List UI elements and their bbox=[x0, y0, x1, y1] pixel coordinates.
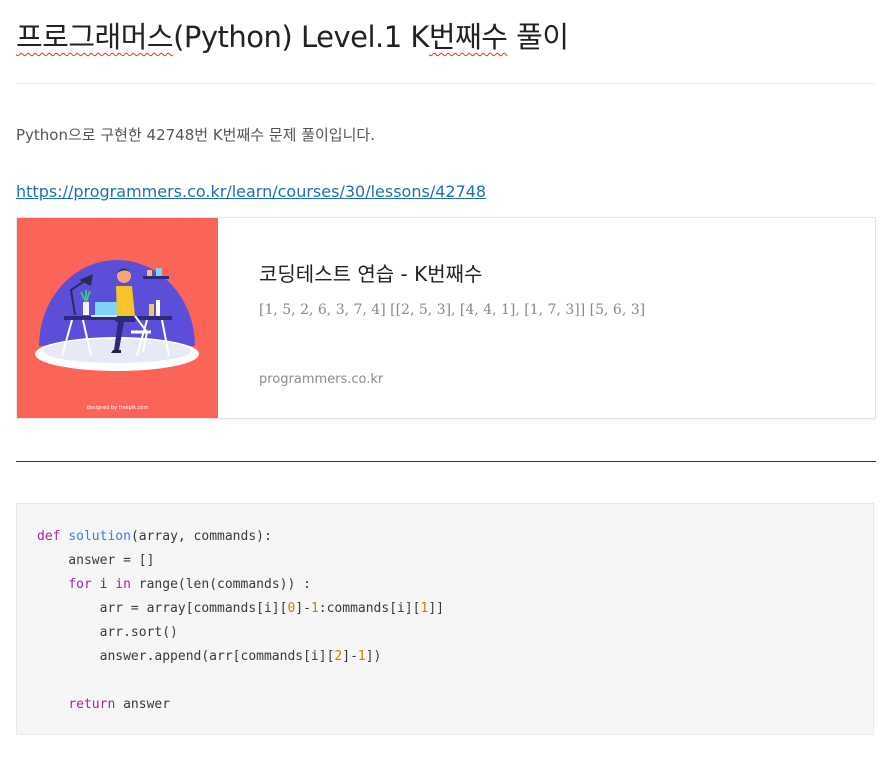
code-token: answer = [] bbox=[37, 553, 155, 568]
link-preview-domain: programmers.co.kr bbox=[259, 372, 384, 387]
problem-link[interactable]: https://programmers.co.kr/learn/courses/… bbox=[16, 182, 486, 201]
link-preview-card[interactable]: designed by freepik.com 코딩테스트 연습 - K번째수 … bbox=[16, 217, 876, 419]
link-preview-title[interactable]: 코딩테스트 연습 - K번째수 bbox=[259, 258, 482, 287]
code-token: range(len(commands)) : bbox=[130, 577, 311, 592]
thumbnail-credit: designed by freepik.com bbox=[86, 405, 149, 411]
blog-post-page: 프로그래머스(Python) Level.1 K번째수 풀이 Python으로 … bbox=[0, 0, 892, 769]
code-token: i bbox=[91, 577, 116, 592]
link-preview-description: [1, 5, 2, 6, 3, 7, 4] [[2, 5, 3], [4, 4,… bbox=[259, 302, 646, 318]
post-title: 프로그래머스(Python) Level.1 K번째수 풀이 bbox=[16, 14, 569, 56]
code-token: for bbox=[68, 577, 92, 592]
code-token: solution bbox=[68, 529, 131, 544]
code-token: ]- bbox=[342, 649, 358, 664]
code-token: arr.sort() bbox=[37, 625, 178, 640]
code-token: 1 bbox=[357, 649, 366, 664]
code-token: ]] bbox=[428, 601, 444, 616]
post-title-spell: 번째수 bbox=[428, 20, 508, 54]
code-token: answer bbox=[115, 697, 171, 712]
code-token: answer.append(arr[commands[i][ bbox=[37, 649, 335, 664]
code-token: :commands[i][ bbox=[318, 601, 421, 616]
code-token: (array, commands): bbox=[130, 529, 272, 544]
intro-text: Python으로 구현한 42748번 K번째수 문제 풀이입니다. bbox=[16, 126, 375, 144]
code-line: def solution(array, commands): bbox=[37, 525, 853, 549]
code-token: ]- bbox=[295, 601, 311, 616]
code-token: 1 bbox=[310, 601, 319, 616]
code-token: in bbox=[115, 577, 131, 592]
post-title-suffix: 풀이 bbox=[507, 20, 569, 54]
code-block: def solution(array, commands): answer = … bbox=[16, 503, 874, 735]
link-preview-thumbnail: designed by freepik.com bbox=[17, 218, 218, 418]
code-token: return bbox=[68, 697, 116, 712]
code-line: for i in range(len(commands)) : bbox=[37, 573, 853, 597]
code-token: def bbox=[37, 529, 61, 544]
code-line: return answer bbox=[37, 693, 853, 717]
code-lines: def solution(array, commands): answer = … bbox=[37, 525, 853, 717]
developer-illustration bbox=[35, 260, 199, 371]
code-token: arr = array[commands[i][ bbox=[37, 601, 288, 616]
code-line: answer.append(arr[commands[i][2]-1]) bbox=[37, 645, 853, 669]
post-title-prefix: 프로그래머스 bbox=[16, 20, 174, 54]
code-line: answer = [] bbox=[37, 549, 853, 573]
title-divider bbox=[16, 83, 876, 84]
content-divider bbox=[16, 461, 876, 462]
post-title-middle: (Python) Level.1 K bbox=[173, 20, 429, 54]
code-line: arr.sort() bbox=[37, 621, 853, 645]
code-line: arr = array[commands[i][0]-1:commands[i]… bbox=[37, 597, 853, 621]
code-token: ]) bbox=[365, 649, 382, 664]
